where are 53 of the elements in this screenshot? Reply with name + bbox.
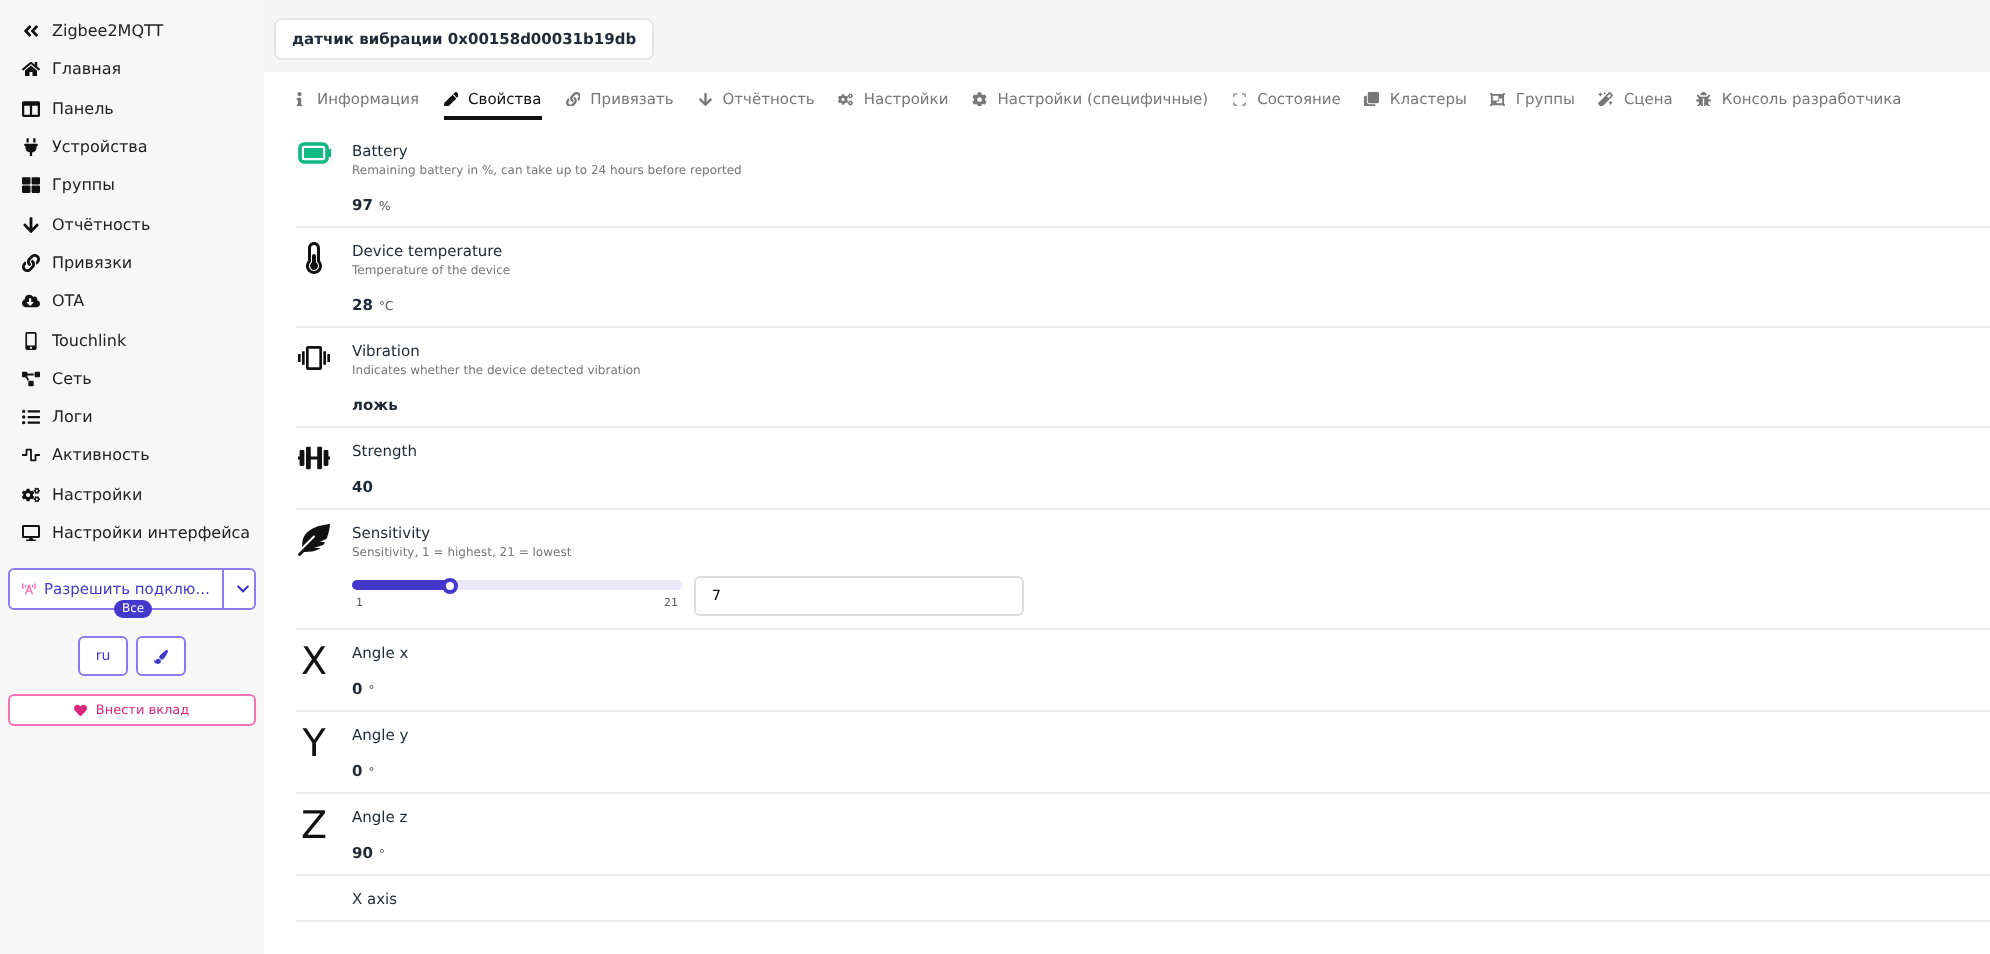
nav-item[interactable]: Сеть [52, 369, 92, 388]
axis-letter: Z [300, 808, 328, 844]
wand-icon [1598, 91, 1614, 107]
battery-icon [297, 142, 331, 164]
app-title: Zigbee2MQTT [52, 22, 164, 41]
nav-item[interactable]: Группы [52, 176, 115, 195]
heart-icon [74, 703, 88, 717]
slider-track[interactable] [352, 580, 682, 590]
scan-icon [1232, 91, 1248, 107]
gears-icon [22, 485, 40, 504]
gear-icon [972, 91, 988, 107]
antenna-icon [22, 582, 36, 597]
nav-item[interactable]: Главная [52, 60, 122, 79]
columns-icon [22, 99, 40, 118]
axis-letter: Y [302, 726, 326, 762]
nav-item[interactable]: Активность [52, 446, 150, 465]
gears-icon [838, 91, 854, 107]
nav-item[interactable]: Привязки [52, 253, 133, 272]
phone-icon [22, 331, 40, 350]
house-icon [22, 60, 40, 79]
link-icon [22, 253, 40, 272]
nav-item[interactable]: Настройки [52, 485, 143, 504]
cloud-icon [22, 292, 40, 311]
link-icon [565, 91, 581, 107]
monitor-icon [22, 524, 40, 542]
slider-thumb[interactable] [441, 577, 457, 593]
list-icon [22, 408, 40, 427]
nav-item[interactable]: OTA [52, 292, 85, 311]
grid-icon [22, 176, 40, 195]
wave-icon [22, 446, 40, 465]
vibrating-phone-icon [298, 342, 330, 374]
cards-icon [1364, 91, 1380, 107]
dumbbell-icon [298, 442, 330, 474]
down-arrow-icon [697, 91, 713, 107]
nav-item[interactable]: Устройства [52, 138, 148, 157]
collapse-icon[interactable] [22, 22, 40, 41]
nav-item[interactable]: Панель [52, 99, 114, 118]
brush-icon [154, 649, 168, 664]
chevron-down-icon [235, 582, 250, 597]
feather-icon [298, 524, 330, 556]
axis-letter: X [300, 644, 328, 680]
nav-item[interactable]: Настройки интерфейса [52, 524, 251, 542]
nav-item[interactable]: Отчётность [52, 215, 151, 234]
plug-icon [22, 138, 40, 157]
network-icon [22, 369, 40, 388]
theme-button[interactable] [136, 636, 186, 677]
bug-icon [1696, 91, 1712, 107]
info-icon [292, 91, 307, 107]
pencil-icon [443, 91, 459, 107]
nav-item[interactable]: Логи [52, 408, 93, 427]
group-icon [1490, 91, 1506, 107]
nav-item[interactable]: Touchlink [52, 331, 127, 350]
down-arrow-icon [22, 215, 40, 234]
